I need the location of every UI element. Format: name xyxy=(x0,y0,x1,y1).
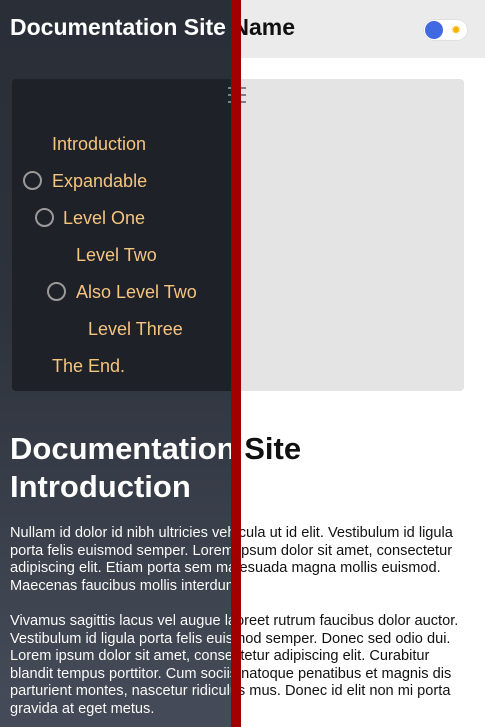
sidebar-item-expandable[interactable]: Expandable xyxy=(52,171,147,192)
expand-circle-icon[interactable] xyxy=(47,282,66,301)
page: Documentation Site Name Documentation Si… xyxy=(0,0,485,727)
content-paragraph-overlay: Vivamus sagittis lacus vel augue laoreet… xyxy=(10,613,231,717)
sidebar-item-also-level-two[interactable]: Also Level Two xyxy=(76,282,197,303)
sidebar-menu xyxy=(12,79,231,391)
expand-circle-icon[interactable] xyxy=(23,171,42,190)
page-heading-overlay: Documentation Site Introduction xyxy=(10,431,231,504)
sidebar-item-the-end[interactable]: The End. xyxy=(52,356,125,377)
expand-circle-icon[interactable] xyxy=(35,208,54,227)
sidebar-menu-overlay xyxy=(231,79,464,391)
content-under-dark-panel: Documentation Site Introduction Nullam i… xyxy=(0,400,231,727)
sidebar-item-introduction[interactable]: Introduction xyxy=(52,134,146,155)
site-title-left-part: Documentation Site Name xyxy=(0,0,231,58)
sidebar-item-level-three[interactable]: Level Three xyxy=(88,319,183,340)
sidebar-item-level-one[interactable]: Level One xyxy=(63,208,145,229)
sidebar-item-level-two[interactable]: Level Two xyxy=(76,245,157,266)
content-paragraph-overlay: Nullam id dolor id nibh ultricies vehicu… xyxy=(10,525,231,594)
toggle-knob xyxy=(425,21,443,39)
sun-icon: ✹ xyxy=(451,23,462,37)
split-divider[interactable] xyxy=(231,0,241,727)
theme-toggle[interactable]: ✹ xyxy=(423,19,468,41)
site-title[interactable]: Documentation Site Name xyxy=(10,14,231,41)
